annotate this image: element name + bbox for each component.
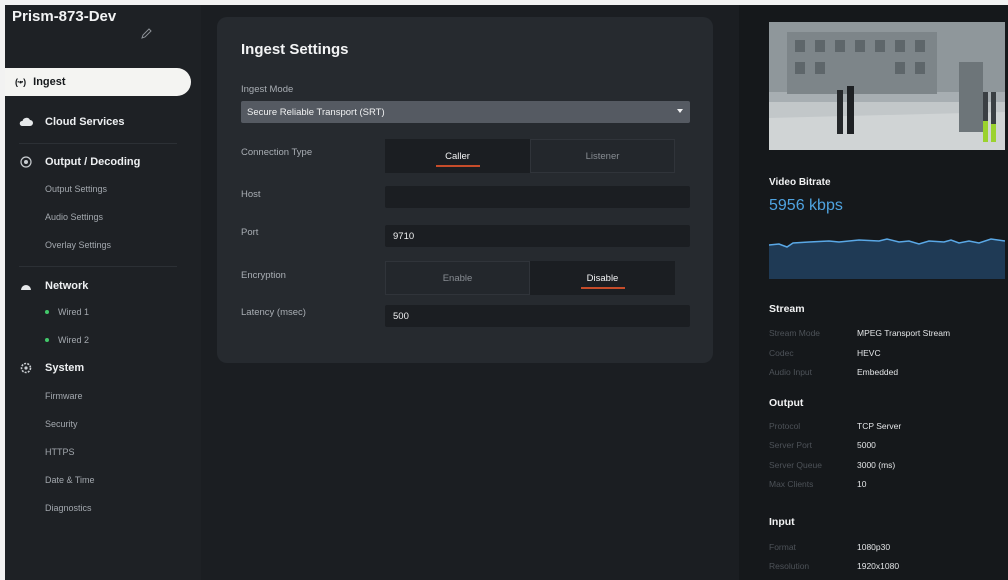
encryption-toggle: Enable Disable: [385, 261, 675, 295]
sidebar-item-audio-settings[interactable]: Audio Settings: [45, 212, 103, 222]
info-value: 1920x1080: [857, 561, 900, 571]
sidebar-item-wired-1[interactable]: Wired 1: [45, 307, 89, 317]
info-key: Server Queue: [769, 460, 822, 470]
main-content: Ingest Settings Ingest Mode Secure Relia…: [201, 5, 739, 580]
sidebar-item-wired-2[interactable]: Wired 2: [45, 335, 89, 345]
encryption-label: Encryption: [241, 270, 286, 281]
caller-option[interactable]: Caller: [385, 139, 530, 173]
info-value: MPEG Transport Stream: [857, 328, 951, 338]
app-window: Prism-873-Dev (·•·) Ingest Cloud Service…: [0, 0, 1008, 580]
sidebar-item-cloud-services[interactable]: Cloud Services: [5, 116, 185, 128]
sidebar-item-output-settings[interactable]: Output Settings: [45, 184, 107, 194]
ingest-settings-card: Ingest Settings Ingest Mode Secure Relia…: [217, 17, 713, 363]
info-row: Format 1080p30: [769, 542, 999, 552]
enable-option[interactable]: Enable: [385, 261, 530, 295]
sidebar-item-overlay-settings[interactable]: Overlay Settings: [45, 240, 111, 250]
disable-option[interactable]: Disable: [530, 261, 675, 295]
connection-type-label: Connection Type: [241, 147, 313, 158]
info-row: Stream Mode MPEG Transport Stream: [769, 328, 999, 338]
info-value: 3000 (ms): [857, 460, 896, 470]
bitrate-graph: [768, 227, 1006, 279]
info-key: Server Port: [769, 440, 812, 450]
video-bitrate-label: Video Bitrate: [769, 177, 831, 188]
video-bitrate-value: 5956 kbps: [769, 197, 843, 214]
info-key: Codec: [769, 348, 794, 358]
chevron-down-icon: [677, 109, 683, 113]
sidebar-section-system[interactable]: System: [5, 362, 185, 374]
status-dot: [45, 338, 49, 342]
info-value: 5000: [857, 440, 876, 450]
ingest-mode-value: Secure Reliable Transport (SRT): [247, 106, 385, 118]
pencil-icon[interactable]: [139, 27, 153, 41]
listener-option[interactable]: Listener: [530, 139, 675, 173]
info-value: 1080p30: [857, 542, 891, 552]
sidebar-item-security[interactable]: Security: [45, 419, 78, 429]
info-row: Server Port 5000: [769, 440, 999, 450]
port-input[interactable]: 9710: [385, 225, 690, 247]
output-section-title: Output: [769, 397, 804, 409]
connection-type-toggle: Caller Listener: [385, 139, 675, 173]
latency-input[interactable]: 500: [385, 305, 690, 327]
info-row: Audio Input Embedded: [769, 367, 999, 377]
sidebar-item-ingest[interactable]: (·•·) Ingest: [5, 68, 191, 96]
status-dot: [45, 310, 49, 314]
output-icon: [19, 156, 33, 168]
audio-meter-right-level: [991, 124, 996, 142]
input-section-title: Input: [769, 516, 795, 528]
sidebar-item-https[interactable]: HTTPS: [45, 447, 75, 457]
info-key: Protocol: [769, 421, 801, 431]
sidebar-item-label: Cloud Services: [45, 116, 125, 128]
divider: [19, 266, 177, 267]
info-value: 10: [857, 479, 867, 489]
info-key: Max Clients: [769, 479, 814, 489]
info-key: Format: [769, 542, 796, 552]
info-row: Server Queue 3000 (ms): [769, 460, 999, 470]
info-key: Stream Mode: [769, 328, 821, 338]
sidebar-section-label: Network: [45, 280, 89, 292]
sidebar-item-label: Wired 1: [58, 307, 90, 317]
gear-icon: [19, 362, 33, 374]
sidebar-section-output[interactable]: Output / Decoding: [5, 156, 185, 168]
monitor-panel: Video Bitrate 5956 kbps Stream Stream Mo…: [739, 5, 1008, 580]
sidebar-section-network[interactable]: Network: [5, 280, 185, 292]
port-label: Port: [241, 227, 259, 238]
info-value: Embedded: [857, 367, 899, 377]
info-row: Protocol TCP Server: [769, 421, 999, 431]
device-name: Prism-873-Dev: [12, 8, 117, 25]
info-value: HEVC: [857, 348, 881, 358]
sidebar-item-diagnostics[interactable]: Diagnostics: [45, 503, 92, 513]
sidebar-item-date-time[interactable]: Date & Time: [45, 475, 95, 485]
info-row: Max Clients 10: [769, 479, 999, 489]
host-input[interactable]: [385, 186, 690, 208]
ingest-mode-select[interactable]: Secure Reliable Transport (SRT): [241, 101, 690, 123]
latency-label: Latency (msec): [241, 307, 306, 318]
host-label: Host: [241, 189, 261, 200]
signal-icon: (·•·): [15, 77, 26, 87]
sidebar-item-firmware[interactable]: Firmware: [45, 391, 83, 401]
page-title: Ingest Settings: [241, 41, 349, 58]
audio-meter-right: [991, 92, 996, 142]
sidebar-section-label: System: [45, 362, 85, 374]
network-icon: [19, 280, 33, 292]
ingest-mode-label: Ingest Mode: [241, 84, 294, 95]
video-preview-frame: [769, 22, 1005, 150]
info-row: Resolution 1920x1080: [769, 561, 999, 571]
sidebar: Prism-873-Dev (·•·) Ingest Cloud Service…: [5, 5, 201, 580]
sidebar-item-label: Wired 2: [58, 335, 90, 345]
video-preview[interactable]: [769, 22, 1005, 150]
audio-meter-left: [983, 92, 988, 142]
sidebar-item-label: Ingest: [33, 76, 66, 88]
info-row: Codec HEVC: [769, 348, 999, 358]
audio-meter-left-level: [983, 121, 988, 142]
sidebar-section-label: Output / Decoding: [45, 156, 141, 168]
info-key: Resolution: [769, 561, 810, 571]
stream-section-title: Stream: [769, 303, 805, 315]
info-value: TCP Server: [857, 421, 902, 431]
info-key: Audio Input: [769, 367, 813, 377]
divider: [19, 143, 177, 144]
cloud-icon: [19, 116, 33, 128]
